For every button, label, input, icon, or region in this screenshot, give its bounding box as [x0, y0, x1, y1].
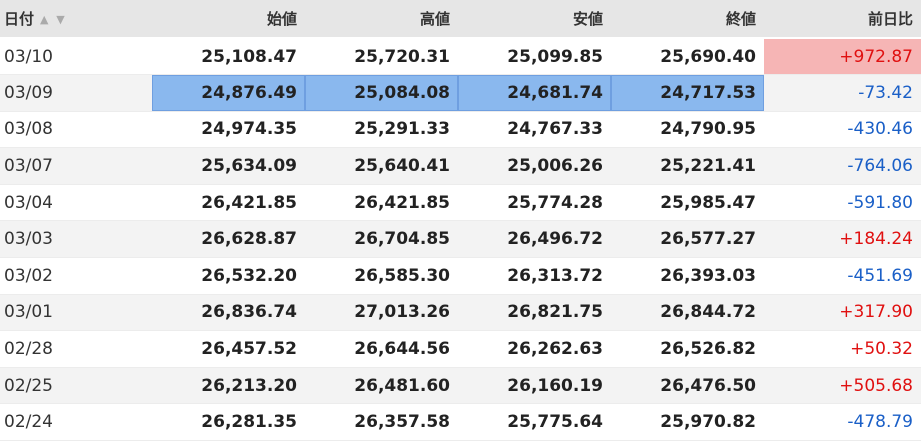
change-cell[interactable]: +972.87 — [764, 38, 921, 76]
low-price-cell[interactable]: 26,160.19 — [458, 367, 611, 405]
open-price-cell[interactable]: 26,457.52 — [152, 330, 305, 368]
high-price-cell[interactable]: 25,640.41 — [305, 147, 458, 185]
high-price-cell[interactable]: 25,291.33 — [305, 111, 458, 149]
close-price-cell[interactable]: 25,221.41 — [611, 147, 764, 185]
high-price-cell[interactable]: 26,481.60 — [305, 367, 458, 405]
open-price-cell[interactable]: 26,836.74 — [152, 294, 305, 332]
high-price-cell[interactable]: 25,084.08 — [305, 74, 458, 112]
column-header-change[interactable]: 前日比 — [764, 0, 921, 39]
open-price-cell[interactable]: 25,108.47 — [152, 38, 305, 76]
date-cell[interactable]: 03/01 — [0, 294, 152, 332]
low-price-cell[interactable]: 26,262.63 — [458, 330, 611, 368]
change-cell[interactable]: -451.69 — [764, 257, 921, 295]
price-history-table: 日付 ▲ ▼ 始値 高値 安値 終値 前日比 03/10 25,108.47 25,7… — [0, 0, 921, 441]
high-price-cell[interactable]: 26,421.85 — [305, 184, 458, 222]
table-row[interactable]: 03/01 26,836.74 27,013.26 26,821.75 26,844.7… — [0, 294, 921, 332]
date-cell[interactable]: 03/08 — [0, 111, 152, 149]
sort-arrows-icon[interactable]: ▲ ▼ — [40, 13, 67, 26]
date-cell[interactable]: 03/03 — [0, 220, 152, 259]
table-body: 03/10 25,108.47 25,720.31 25,099.85 25,690.4… — [0, 38, 921, 441]
close-price-cell[interactable]: 25,985.47 — [611, 184, 764, 222]
close-price-cell[interactable]: 25,690.40 — [611, 38, 764, 76]
low-price-cell[interactable]: 25,775.64 — [458, 403, 611, 441]
low-price-cell[interactable]: 26,313.72 — [458, 257, 611, 295]
close-price-cell[interactable]: 26,577.27 — [611, 220, 764, 259]
close-price-cell[interactable]: 26,526.82 — [611, 330, 764, 368]
date-cell[interactable]: 03/02 — [0, 257, 152, 295]
date-cell[interactable]: 03/04 — [0, 184, 152, 222]
change-cell[interactable]: -591.80 — [764, 184, 921, 222]
open-price-cell[interactable]: 26,281.35 — [152, 403, 305, 441]
column-header-date[interactable]: 日付 ▲ ▼ — [0, 0, 152, 39]
low-price-cell[interactable]: 25,774.28 — [458, 184, 611, 222]
table-header-row: 日付 ▲ ▼ 始値 高値 安値 終値 前日比 — [0, 0, 921, 39]
column-header-high[interactable]: 高値 — [305, 0, 458, 39]
low-price-cell[interactable]: 24,767.33 — [458, 111, 611, 149]
table-row[interactable]: 03/04 26,421.85 26,421.85 25,774.28 25,985.4… — [0, 184, 921, 222]
table-row[interactable]: 03/02 26,532.20 26,585.30 26,313.72 26,393.0… — [0, 257, 921, 295]
close-price-cell[interactable]: 24,790.95 — [611, 111, 764, 149]
change-cell[interactable]: -73.42 — [764, 74, 921, 112]
change-cell[interactable]: +505.68 — [764, 367, 921, 405]
low-price-cell[interactable]: 26,496.72 — [458, 220, 611, 259]
close-price-cell[interactable]: 25,970.82 — [611, 403, 764, 441]
close-price-cell[interactable]: 26,844.72 — [611, 294, 764, 332]
column-header-close[interactable]: 終値 — [611, 0, 764, 39]
date-cell[interactable]: 03/09 — [0, 74, 152, 112]
open-price-cell[interactable]: 25,634.09 — [152, 147, 305, 185]
column-header-low[interactable]: 安値 — [458, 0, 611, 39]
table-row[interactable]: 03/09 24,876.49 25,084.08 24,681.74 24,717.5… — [0, 74, 921, 112]
high-price-cell[interactable]: 26,644.56 — [305, 330, 458, 368]
date-cell[interactable]: 03/07 — [0, 147, 152, 185]
change-cell[interactable]: +317.90 — [764, 294, 921, 332]
open-price-cell[interactable]: 26,213.20 — [152, 367, 305, 405]
change-cell[interactable]: +184.24 — [764, 220, 921, 259]
low-price-cell[interactable]: 25,099.85 — [458, 38, 611, 76]
low-price-cell[interactable]: 25,006.26 — [458, 147, 611, 185]
close-price-cell[interactable]: 26,476.50 — [611, 367, 764, 405]
low-price-cell[interactable]: 24,681.74 — [458, 74, 611, 112]
close-price-cell[interactable]: 26,393.03 — [611, 257, 764, 295]
high-price-cell[interactable]: 26,585.30 — [305, 257, 458, 295]
change-cell[interactable]: +50.32 — [764, 330, 921, 368]
open-price-cell[interactable]: 26,532.20 — [152, 257, 305, 295]
high-price-cell[interactable]: 27,013.26 — [305, 294, 458, 332]
low-price-cell[interactable]: 26,821.75 — [458, 294, 611, 332]
table-row[interactable]: 03/08 24,974.35 25,291.33 24,767.33 24,790.9… — [0, 111, 921, 149]
date-cell[interactable]: 02/28 — [0, 330, 152, 368]
change-cell[interactable]: -764.06 — [764, 147, 921, 185]
open-price-cell[interactable]: 26,421.85 — [152, 184, 305, 222]
column-header-date-label: 日付 — [4, 10, 35, 28]
close-price-cell[interactable]: 24,717.53 — [611, 74, 764, 112]
change-cell[interactable]: -430.46 — [764, 111, 921, 149]
date-cell[interactable]: 02/24 — [0, 403, 152, 441]
column-header-open[interactable]: 始値 — [152, 0, 305, 39]
high-price-cell[interactable]: 25,720.31 — [305, 38, 458, 76]
open-price-cell[interactable]: 26,628.87 — [152, 220, 305, 259]
table-row[interactable]: 03/03 26,628.87 26,704.85 26,496.72 26,577.2… — [0, 220, 921, 259]
table-row[interactable]: 02/24 26,281.35 26,357.58 25,775.64 25,970.8… — [0, 403, 921, 441]
table-row[interactable]: 03/10 25,108.47 25,720.31 25,099.85 25,690.4… — [0, 38, 921, 76]
open-price-cell[interactable]: 24,876.49 — [152, 74, 305, 112]
open-price-cell[interactable]: 24,974.35 — [152, 111, 305, 149]
date-cell[interactable]: 02/25 — [0, 367, 152, 405]
table-row[interactable]: 02/28 26,457.52 26,644.56 26,262.63 26,526.8… — [0, 330, 921, 368]
date-cell[interactable]: 03/10 — [0, 38, 152, 76]
high-price-cell[interactable]: 26,704.85 — [305, 220, 458, 259]
table-row[interactable]: 03/07 25,634.09 25,640.41 25,006.26 25,221.4… — [0, 147, 921, 185]
high-price-cell[interactable]: 26,357.58 — [305, 403, 458, 441]
change-cell[interactable]: -478.79 — [764, 403, 921, 441]
table-row[interactable]: 02/25 26,213.20 26,481.60 26,160.19 26,476.5… — [0, 367, 921, 405]
